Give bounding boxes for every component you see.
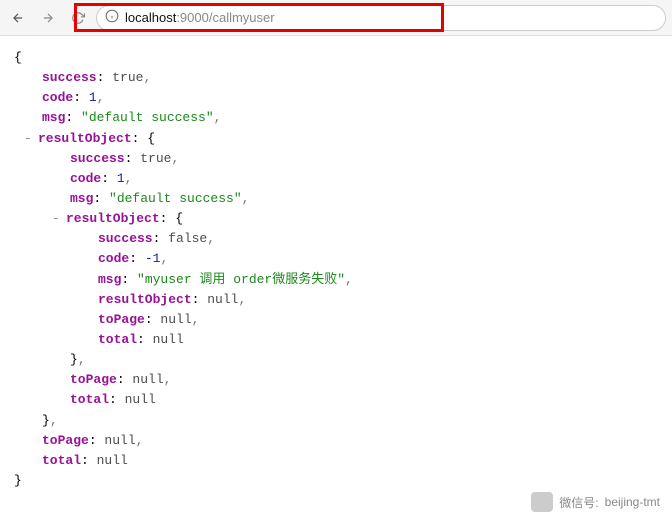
address-bar: localhost:9000/callmyuser [0, 0, 672, 36]
collapse-icon[interactable]: - [24, 129, 38, 149]
url-host: localhost [125, 10, 176, 25]
url-port: :9000 [176, 10, 209, 25]
wechat-icon [531, 492, 553, 512]
watermark-value: beijing-tmt [605, 495, 660, 509]
url-input[interactable]: localhost:9000/callmyuser [96, 5, 666, 31]
url-path: /callmyuser [209, 10, 275, 25]
reload-button[interactable] [66, 6, 90, 30]
collapse-icon[interactable]: - [52, 209, 66, 229]
watermark: 微信号: beijing-tmt [531, 492, 660, 512]
json-viewer: { success: true, code: 1, msg: "default … [0, 36, 672, 503]
url-text: localhost:9000/callmyuser [125, 10, 275, 25]
info-icon [105, 9, 119, 26]
forward-button[interactable] [36, 6, 60, 30]
back-button[interactable] [6, 6, 30, 30]
watermark-label: 微信号: [559, 494, 598, 511]
